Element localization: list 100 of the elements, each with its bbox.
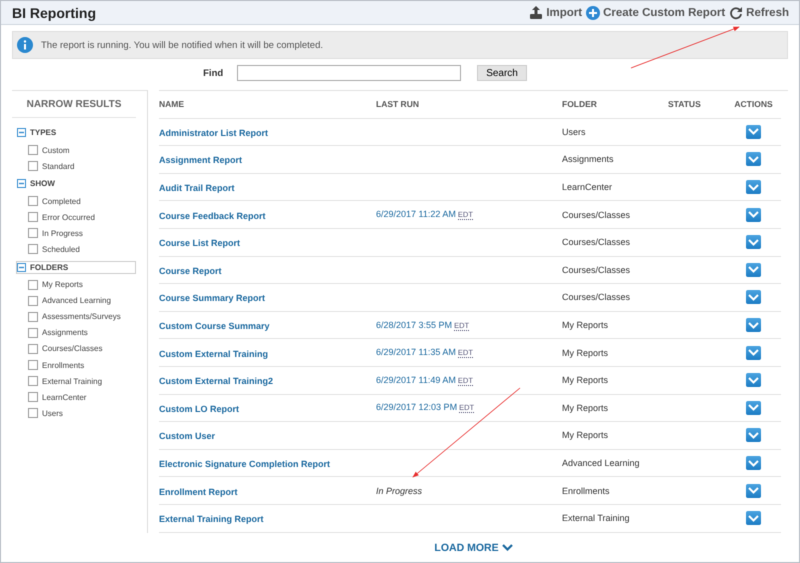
filter-option-label: Scheduled [42,244,80,254]
search-button[interactable]: Search [477,65,527,81]
actions-dropdown-button[interactable] [746,428,761,442]
column-header: NAME [159,99,186,110]
folder-cell-text: Courses/Classes [562,237,632,248]
checkbox[interactable] [28,161,38,172]
checkbox[interactable] [28,212,38,222]
checkbox[interactable] [28,344,38,354]
checkbox[interactable] [28,328,38,338]
folder-cell-text: Users [562,126,587,137]
filter-option-label: Standard [42,162,74,171]
folder-cell-text: Courses/Classes [562,264,632,275]
filter-option-label: In Progress [42,228,83,238]
last-run-status: In Progress [376,486,424,496]
folder-cell-text: My Reports [562,375,610,386]
find-label: Find [203,68,224,78]
checkbox[interactable] [28,312,38,322]
filter-option-label: Error Occurred [42,212,95,222]
actions-dropdown-button[interactable] [746,318,761,332]
report-name-link[interactable]: Course Summary Report [159,293,266,304]
checkbox[interactable] [28,196,38,206]
collapse-icon[interactable] [17,128,26,137]
report-name-link[interactable]: Course Report [159,266,222,276]
chevron-down-icon [748,432,759,439]
last-run-date: 6/29/2017 12:03 PM [376,402,458,412]
chevron-down-icon [502,544,513,551]
filter-option-label: LearnCenter [42,392,86,402]
chevron-down-icon [748,238,759,246]
actions-dropdown-button[interactable] [746,346,761,360]
report-name-link[interactable]: Course Feedback Report [159,210,266,221]
last-run-date: 6/29/2017 11:35 AM [376,347,456,358]
actions-dropdown-button[interactable] [746,456,761,470]
chevron-down-icon [748,487,759,494]
actions-dropdown-button[interactable] [746,400,761,415]
column-header: STATUS [668,99,702,110]
report-name-link[interactable]: Administrator List Report [159,128,268,138]
load-more-link[interactable]: LOAD MORE [434,542,513,554]
folder-cell-text: External Training [562,513,631,524]
actions-dropdown-button[interactable] [746,484,761,498]
find-field[interactable] [237,65,462,81]
checkbox[interactable] [28,376,38,386]
collapse-icon[interactable] [17,179,26,188]
folder-cell-text: Enrollments [562,486,611,496]
checkbox[interactable] [28,145,38,155]
actions-dropdown-button[interactable] [746,511,761,526]
report-name-link[interactable]: Custom External Training [159,348,268,359]
report-name-link[interactable]: Course List Report [159,238,240,248]
column-header: LAST RUN [376,99,420,110]
report-name-link[interactable]: Custom External Training2 [159,376,274,386]
filter-group-title: TYPES [30,128,56,137]
report-name-link[interactable]: Custom LO Report [159,404,239,414]
filter-option-label: Users [42,408,63,418]
info-icon [17,37,33,53]
checkbox[interactable] [28,408,38,418]
last-run-date: 6/29/2017 11:22 AM [376,209,456,220]
actions-dropdown-button[interactable] [746,235,761,250]
filter-group-title: SHOW [30,179,55,188]
folder-cell-text: My Reports [562,402,610,413]
checkbox[interactable] [28,280,38,290]
folder-cell-text: Advanced Learning [562,458,641,468]
checkbox[interactable] [28,392,38,402]
refresh-link[interactable]: Refresh [729,6,789,20]
folder-cell-text: Assignments [562,154,615,164]
actions-dropdown-button[interactable] [746,180,761,194]
chevron-down-icon [748,294,759,301]
chevron-down-icon [748,349,759,356]
filter-option-label: Custom [42,146,70,154]
chevron-down-icon [748,322,759,329]
collapse-icon[interactable] [17,262,26,272]
create-link[interactable]: Create Custom Report [586,6,726,20]
chevron-down-icon [748,460,759,467]
report-name-link[interactable]: External Training Report [159,514,264,524]
filter-option-label: Courses/Classes [42,344,102,354]
filter-group-title: FOLDERS [30,262,68,272]
import-link[interactable]: Import [529,6,582,19]
actions-dropdown-button[interactable] [746,373,761,388]
report-name-link[interactable]: Electronic Signature Completion Report [159,459,330,470]
chevron-down-icon [748,404,759,412]
chevron-down-icon [748,184,759,191]
actions-dropdown-button[interactable] [746,208,761,222]
checkbox[interactable] [28,228,38,238]
report-name-link[interactable]: Enrollment Report [159,486,238,497]
actions-dropdown-button[interactable] [746,124,761,139]
report-name-link[interactable]: Custom User [159,431,216,442]
filter-option-label: My Reports [42,280,83,290]
actions-dropdown-button[interactable] [746,262,761,277]
chevron-down-icon [748,266,759,274]
filter-option-label: Advanced Learning [42,296,111,306]
page-title: BI Reporting [12,4,96,20]
actions-dropdown-button[interactable] [746,152,761,166]
checkbox[interactable] [28,360,38,370]
filter-option-label: Completed [42,196,81,206]
chevron-down-icon [748,156,759,163]
checkbox[interactable] [28,296,38,306]
report-name-link[interactable]: Custom Course Summary [159,321,270,332]
report-name-link[interactable]: Assignment Report [159,155,242,166]
folder-cell-text: My Reports [562,320,610,330]
checkbox[interactable] [28,244,38,254]
actions-dropdown-button[interactable] [746,290,761,304]
report-name-link[interactable]: Audit Trail Report [159,183,235,194]
